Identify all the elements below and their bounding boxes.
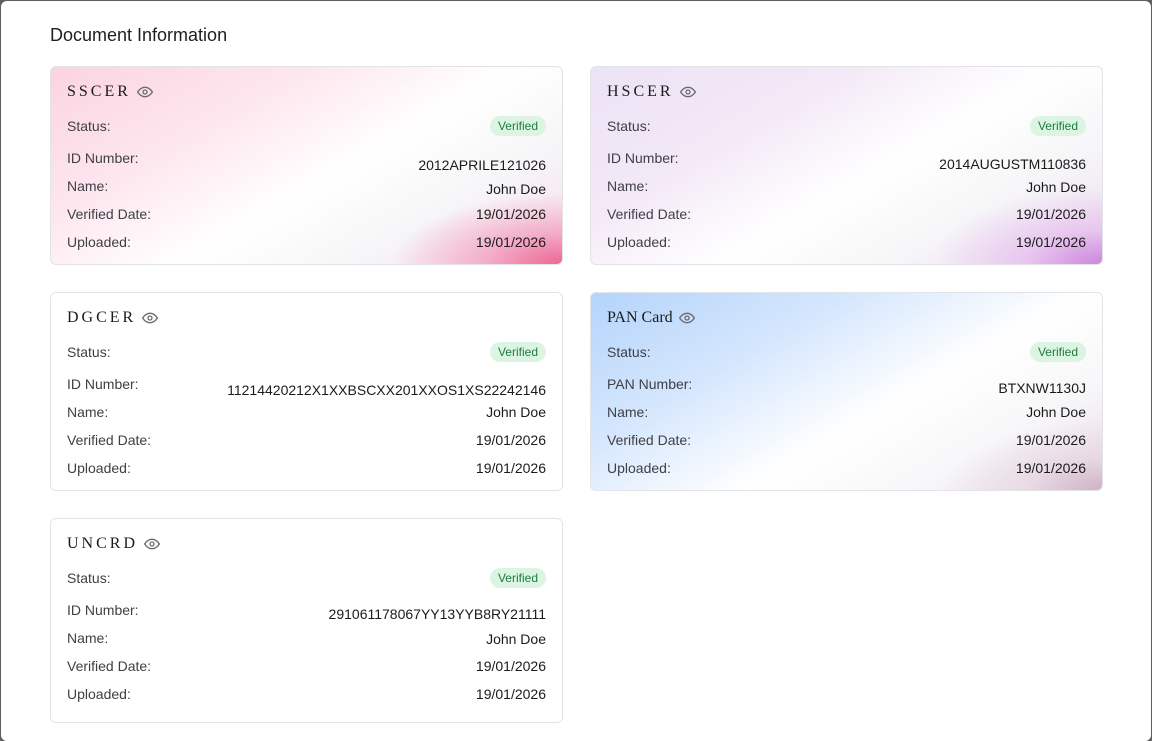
uploaded-value: 19/01/2026	[475, 460, 546, 476]
id-number-label: ID Number:	[67, 602, 139, 618]
id-number-value: 11214420212X1XXBSCXX201XXOS1XS22242146	[227, 382, 546, 398]
card-title: SSCER	[67, 83, 131, 100]
card-header: DGCER	[67, 309, 159, 327]
card-title: HSCER	[607, 83, 674, 100]
uploaded-label: Uploaded:	[67, 234, 131, 250]
card-title: UNCRD	[67, 535, 139, 552]
document-card-hscer: HSCER Status: Verified ID Number: 2014AU…	[590, 66, 1103, 265]
eye-icon[interactable]	[142, 310, 159, 326]
verified-date-label: Verified Date:	[607, 206, 692, 222]
verified-date-value: 19/01/2026	[475, 432, 546, 448]
status-badge: Verified	[489, 116, 546, 136]
verified-date-label: Verified Date:	[67, 206, 152, 222]
verified-date-value: 19/01/2026	[1015, 432, 1086, 448]
name-label: Name:	[67, 630, 109, 646]
name-label: Name:	[67, 178, 109, 194]
card-header: UNCRD	[67, 535, 161, 553]
status-label: Status:	[607, 344, 651, 360]
status-label: Status:	[67, 344, 111, 360]
document-modal: Document Information SSCER Status: Verif…	[1, 1, 1151, 741]
verified-date-value: 19/01/2026	[1015, 206, 1086, 222]
eye-icon[interactable]	[136, 84, 153, 100]
verified-date-label: Verified Date:	[67, 658, 152, 674]
uploaded-label: Uploaded:	[607, 460, 671, 476]
status-label: Status:	[67, 570, 111, 586]
id-number-value: 2014AUGUSTM110836	[939, 156, 1086, 172]
uploaded-label: Uploaded:	[607, 234, 671, 250]
uploaded-value: 19/01/2026	[475, 234, 546, 250]
uploaded-label: Uploaded:	[67, 460, 131, 476]
card-header: SSCER	[67, 83, 153, 101]
uploaded-value: 19/01/2026	[1015, 234, 1086, 250]
status-badge: Verified	[489, 342, 546, 362]
eye-icon[interactable]	[144, 536, 161, 552]
id-number-label: ID Number:	[607, 150, 679, 166]
name-value: John Doe	[486, 404, 546, 420]
uploaded-label: Uploaded:	[67, 686, 131, 702]
id-number-value: 291061178067YY13YYB8RY21111	[328, 606, 546, 622]
status-badge: Verified	[489, 568, 546, 588]
verified-date-label: Verified Date:	[607, 432, 692, 448]
document-card-pan: PAN Card Status: Verified PAN Number: BT…	[590, 292, 1103, 491]
eye-icon[interactable]	[679, 84, 696, 100]
status-badge: Verified	[1029, 342, 1086, 362]
name-value: John Doe	[1026, 179, 1086, 195]
verified-date-label: Verified Date:	[67, 432, 152, 448]
card-title: DGCER	[67, 309, 137, 326]
section-title: Document Information	[50, 25, 228, 45]
eye-icon[interactable]	[678, 310, 695, 326]
name-value: John Doe	[486, 181, 546, 197]
id-number-label: ID Number:	[67, 150, 139, 166]
name-label: Name:	[607, 404, 649, 420]
uploaded-value: 19/01/2026	[475, 686, 546, 702]
pan-number-value: BTXNW1130J	[998, 380, 1086, 396]
verified-date-value: 19/01/2026	[475, 206, 546, 222]
name-value: John Doe	[1026, 404, 1086, 420]
status-badge: Verified	[1029, 116, 1086, 136]
id-number-value: 2012APRILE121026	[418, 157, 546, 173]
verified-date-value: 19/01/2026	[475, 658, 546, 674]
name-value: John Doe	[486, 631, 546, 647]
card-header: HSCER	[607, 83, 696, 101]
name-label: Name:	[607, 178, 649, 194]
card-title: PAN Card	[607, 309, 673, 326]
document-card-uncrd: UNCRD Status: Verified ID Number: 291061…	[50, 518, 563, 723]
card-header: PAN Card	[607, 309, 695, 327]
status-label: Status:	[67, 118, 111, 134]
pan-number-label: PAN Number:	[607, 376, 693, 392]
uploaded-value: 19/01/2026	[1015, 460, 1086, 476]
status-label: Status:	[607, 118, 651, 134]
id-number-label: ID Number:	[67, 376, 139, 392]
name-label: Name:	[67, 404, 109, 420]
document-card-dgcer: DGCER Status: Verified ID Number: 112144…	[50, 292, 563, 491]
document-card-sscer: SSCER Status: Verified ID Number: 2012AP…	[50, 66, 563, 265]
